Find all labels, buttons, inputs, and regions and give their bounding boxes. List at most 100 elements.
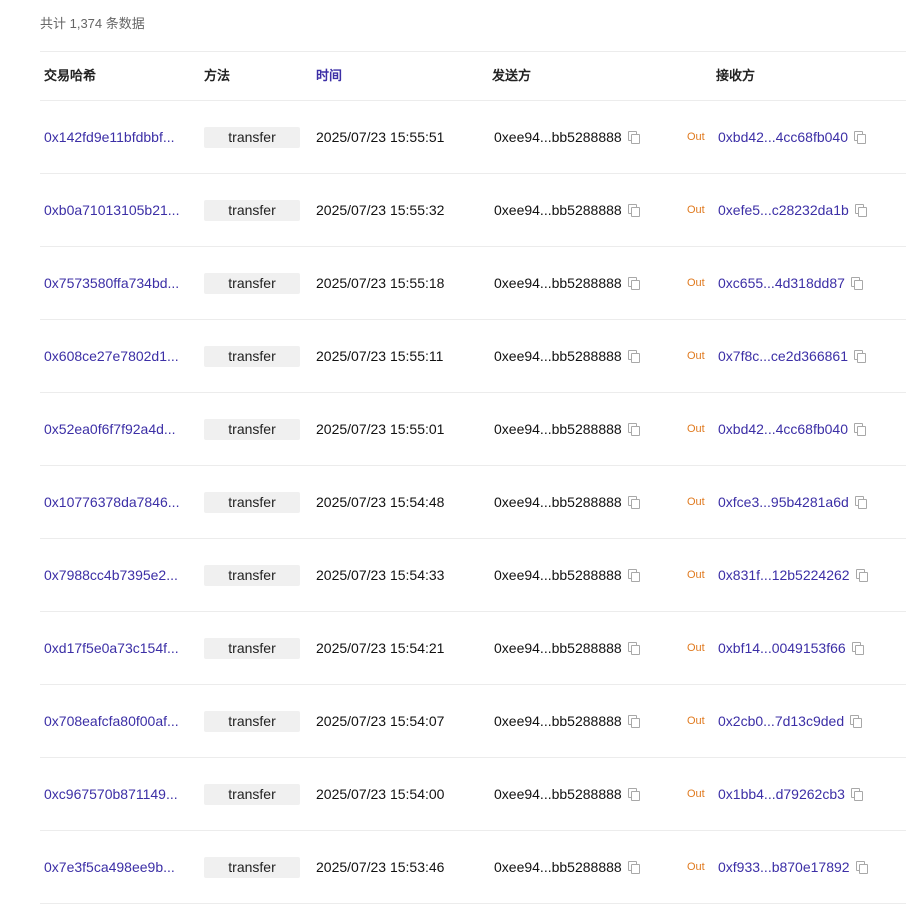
table-row: 0x7988cc4b7395e2... transfer 2025/07/23 …: [40, 539, 906, 612]
to-address-link[interactable]: 0x1bb4...d79262cb3: [718, 786, 845, 802]
to-address-link[interactable]: 0xefe5...c28232da1b: [718, 202, 849, 218]
copy-icon[interactable]: [627, 787, 640, 801]
hash-cell: 0x608ce27e7802d1...: [44, 320, 194, 392]
direction-cell: Out: [684, 101, 708, 173]
direction-cell: Out: [684, 174, 708, 246]
from-address: 0xee94...bb5288888: [494, 494, 622, 510]
time-cell: 2025/07/23 15:54:48: [316, 466, 444, 538]
tx-hash-link[interactable]: 0x142fd9e11bfdbbf...: [44, 129, 175, 145]
tx-hash-link[interactable]: 0x7573580ffa734bd...: [44, 275, 179, 291]
column-header-time[interactable]: 时间: [316, 52, 342, 100]
from-cell: 0xee94...bb5288888: [494, 831, 640, 903]
copy-icon[interactable]: [627, 349, 640, 363]
direction-badge: Out: [687, 131, 705, 143]
timestamp: 2025/07/23 15:54:00: [316, 786, 445, 802]
copy-icon[interactable]: [627, 276, 640, 290]
method-badge: transfer: [204, 272, 300, 294]
tx-hash-link[interactable]: 0x7988cc4b7395e2...: [44, 567, 178, 583]
table-row: 0xc967570b871149... transfer 2025/07/23 …: [40, 758, 906, 831]
tx-hash-link[interactable]: 0xd17f5e0a73c154f...: [44, 640, 179, 656]
method-badge: transfer: [204, 710, 300, 732]
transactions-table: 交易哈希 方法 时间 发送方 接收方 0x142fd9e11bfdbbf... …: [40, 51, 906, 904]
table-row: 0x7573580ffa734bd... transfer 2025/07/23…: [40, 247, 906, 320]
tx-hash-link[interactable]: 0x52ea0f6f7f92a4d...: [44, 421, 176, 437]
method-badge: transfer: [204, 418, 300, 440]
from-cell: 0xee94...bb5288888: [494, 758, 640, 830]
method-cell: transfer: [204, 393, 300, 465]
copy-icon[interactable]: [850, 787, 863, 801]
direction-badge: Out: [687, 861, 705, 873]
table-row: 0xb0a71013105b21... transfer 2025/07/23 …: [40, 174, 906, 247]
to-cell: 0xbf14...0049153f66: [718, 612, 864, 684]
copy-icon[interactable]: [855, 568, 868, 582]
to-cell: 0x831f...12b5224262: [718, 539, 868, 611]
method-cell: transfer: [204, 466, 300, 538]
direction-cell: Out: [684, 758, 708, 830]
to-cell: 0x2cb0...7d13c9ded: [718, 685, 863, 757]
hash-cell: 0xb0a71013105b21...: [44, 174, 194, 246]
table-row: 0x52ea0f6f7f92a4d... transfer 2025/07/23…: [40, 393, 906, 466]
method-cell: transfer: [204, 101, 300, 173]
to-address-link[interactable]: 0xc655...4d318dd87: [718, 275, 845, 291]
hash-cell: 0xc967570b871149...: [44, 758, 194, 830]
from-address: 0xee94...bb5288888: [494, 786, 622, 802]
to-address-link[interactable]: 0x7f8c...ce2d366861: [718, 348, 848, 364]
time-cell: 2025/07/23 15:55:01: [316, 393, 444, 465]
timestamp: 2025/07/23 15:55:18: [316, 275, 445, 291]
time-cell: 2025/07/23 15:54:21: [316, 612, 444, 684]
to-address-link[interactable]: 0xbd42...4cc68fb040: [718, 421, 848, 437]
direction-badge: Out: [687, 204, 705, 216]
copy-icon[interactable]: [854, 422, 866, 436]
copy-icon[interactable]: [855, 860, 868, 874]
to-address-link[interactable]: 0xbd42...4cc68fb040: [718, 129, 848, 145]
tx-hash-link[interactable]: 0x708eafcfa80f00af...: [44, 713, 179, 729]
tx-hash-link[interactable]: 0x7e3f5ca498ee9b...: [44, 859, 175, 875]
copy-icon[interactable]: [627, 860, 640, 874]
from-address: 0xee94...bb5288888: [494, 859, 622, 875]
method-cell: transfer: [204, 320, 300, 392]
to-address-link[interactable]: 0xbf14...0049153f66: [718, 640, 846, 656]
copy-icon[interactable]: [850, 714, 863, 728]
from-address: 0xee94...bb5288888: [494, 640, 622, 656]
column-header-method: 方法: [204, 68, 231, 83]
tx-hash-link[interactable]: 0xb0a71013105b21...: [44, 202, 179, 218]
direction-cell: Out: [684, 685, 708, 757]
copy-icon[interactable]: [854, 349, 866, 363]
copy-icon[interactable]: [627, 422, 640, 436]
copy-icon[interactable]: [851, 641, 864, 655]
tx-hash-link[interactable]: 0x608ce27e7802d1...: [44, 348, 179, 364]
time-cell: 2025/07/23 15:54:33: [316, 539, 444, 611]
method-cell: transfer: [204, 247, 300, 319]
from-cell: 0xee94...bb5288888: [494, 101, 640, 173]
time-cell: 2025/07/23 15:55:11: [316, 320, 443, 392]
direction-badge: Out: [687, 277, 705, 289]
to-address-link[interactable]: 0xfce3...95b4281a6d: [718, 494, 849, 510]
time-cell: 2025/07/23 15:54:07: [316, 685, 444, 757]
direction-cell: Out: [684, 247, 708, 319]
from-address: 0xee94...bb5288888: [494, 275, 622, 291]
method-badge: transfer: [204, 856, 300, 878]
direction-cell: Out: [684, 539, 708, 611]
tx-hash-link[interactable]: 0x10776378da7846...: [44, 494, 179, 510]
tx-hash-link[interactable]: 0xc967570b871149...: [44, 786, 178, 802]
to-address-link[interactable]: 0x831f...12b5224262: [718, 567, 850, 583]
to-cell: 0xbd42...4cc68fb040: [718, 101, 866, 173]
copy-icon[interactable]: [627, 641, 640, 655]
to-cell: 0xc655...4d318dd87: [718, 247, 863, 319]
direction-badge: Out: [687, 715, 705, 727]
table-row: 0x708eafcfa80f00af... transfer 2025/07/2…: [40, 685, 906, 758]
to-address-link[interactable]: 0x2cb0...7d13c9ded: [718, 713, 844, 729]
method-cell: transfer: [204, 612, 300, 684]
copy-icon[interactable]: [854, 495, 867, 509]
copy-icon[interactable]: [627, 495, 640, 509]
direction-badge: Out: [687, 569, 705, 581]
method-badge: transfer: [204, 491, 300, 513]
copy-icon[interactable]: [627, 130, 640, 144]
copy-icon[interactable]: [854, 130, 866, 144]
copy-icon[interactable]: [854, 203, 867, 217]
copy-icon[interactable]: [627, 714, 640, 728]
copy-icon[interactable]: [627, 568, 640, 582]
copy-icon[interactable]: [627, 203, 640, 217]
copy-icon[interactable]: [850, 276, 863, 290]
to-address-link[interactable]: 0xf933...b870e17892: [718, 859, 850, 875]
